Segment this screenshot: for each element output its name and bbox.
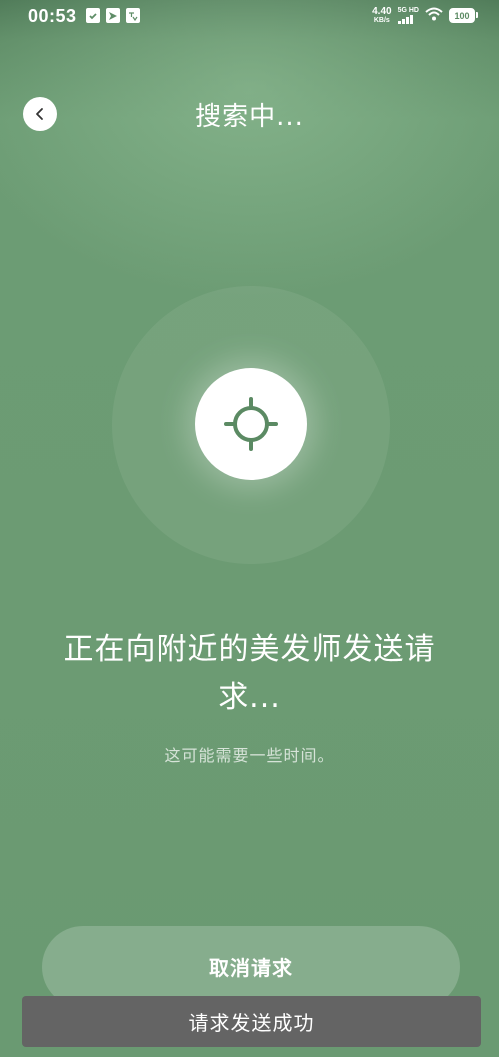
cell-signal-icon: 5G HD	[397, 7, 419, 24]
toast-message: 请求发送成功	[22, 996, 481, 1047]
status-right: 4.40 KB/s 5G HD 100	[372, 5, 478, 25]
page-title: 搜索中...	[195, 102, 304, 132]
crosshair-icon	[224, 397, 278, 451]
status-time: 00:53	[28, 6, 77, 26]
network-speed: 4.40 KB/s	[372, 5, 392, 25]
search-screen: 00:53 4.40 KB/s 5G HD 100 搜索中... 正在向附近的美…	[0, 0, 499, 1057]
network-speed-unit: KB/s	[373, 16, 390, 24]
notification-icons	[86, 8, 140, 23]
translate-app-icon	[126, 8, 140, 23]
wifi-icon	[425, 6, 443, 25]
battery-icon: 100	[449, 8, 478, 23]
network-speed-value: 4.40	[372, 5, 392, 17]
locate-circle	[195, 368, 307, 480]
arrow-app-icon	[106, 8, 120, 23]
signal-label: 5G HD	[397, 7, 419, 14]
status-bar: 00:53 4.40 KB/s 5G HD 100	[0, 0, 499, 34]
shield-check-icon	[86, 8, 100, 23]
search-status-hint: 这可能需要一些时间。	[164, 746, 335, 765]
search-status-message: 正在向附近的美发师发送请求...	[63, 632, 436, 715]
